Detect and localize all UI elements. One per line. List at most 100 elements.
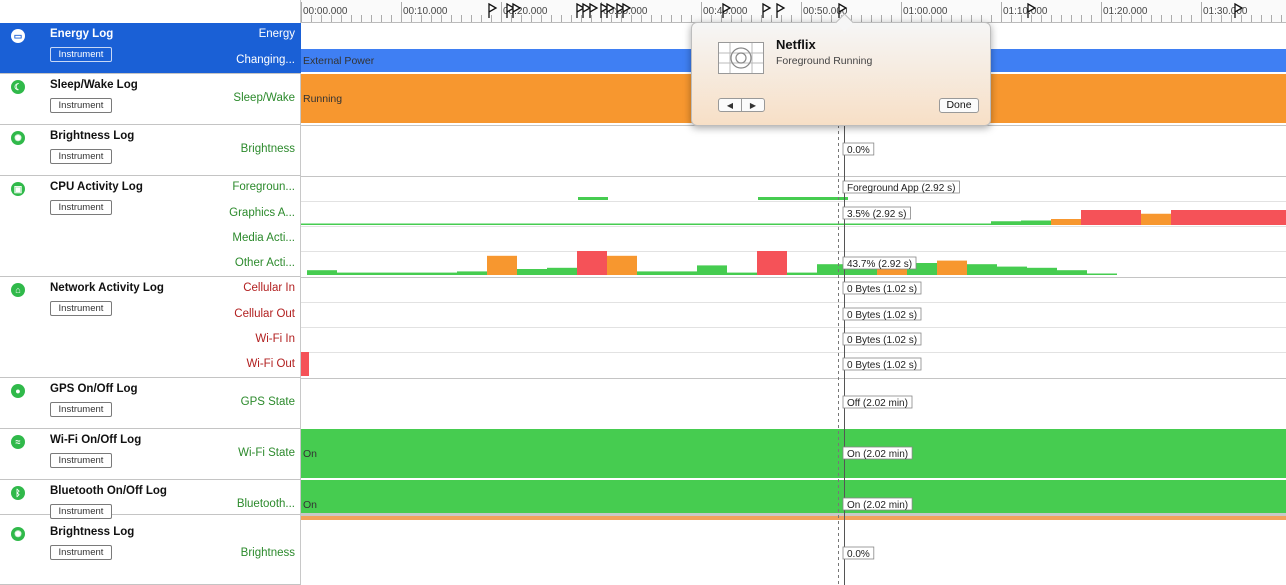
cpu-graphics-segment (1141, 213, 1171, 225)
cpu-other-segment (577, 251, 607, 275)
cpu-other-segment (397, 272, 427, 275)
instrument-badge[interactable]: Instrument (50, 301, 112, 316)
cpu-other-segment (817, 264, 847, 275)
instrument-row[interactable]: ▭ Energy Log Instrument Energy Changing... (0, 23, 301, 74)
cpu-graphics-segment (1111, 210, 1141, 225)
cpu-graphics-segment (451, 223, 481, 225)
cpu-other-segment (457, 271, 487, 275)
app-icon (718, 42, 764, 74)
instrument-row[interactable]: ● GPS On/Off Log Instrument GPS State (0, 378, 301, 429)
track-label: Energy (258, 28, 295, 40)
cpu-graphics-segment (601, 223, 631, 225)
track-label: Brightness (240, 547, 295, 559)
splitter[interactable] (301, 513, 1286, 516)
cpu-other-segment (487, 255, 517, 275)
instrument-badge[interactable]: Instrument (50, 545, 112, 560)
track-label: GPS State (240, 396, 295, 408)
cpu-graphics-segment (541, 223, 571, 225)
instrument-name: Wi-Fi On/Off Log (50, 434, 142, 446)
sun-icon: ✺ (11, 131, 25, 145)
cpu-other-segment (1027, 267, 1057, 275)
cpu-graphics-segment (631, 223, 661, 225)
sun-icon: ✺ (11, 527, 25, 541)
inspection-value: 3.5% (2.92 s) (847, 209, 906, 220)
instrument-row[interactable]: ☾ Sleep/Wake Log Instrument Sleep/Wake (0, 74, 301, 125)
instrument-badge[interactable]: Instrument (50, 453, 112, 468)
next-button[interactable]: ▶ (741, 98, 765, 112)
instrument-name: Sleep/Wake Log (50, 79, 138, 91)
cpu-graphics-segment (901, 223, 931, 225)
bluetooth-state-label: On (303, 499, 317, 511)
cpu-graphics-segment (1051, 219, 1081, 225)
track-label: Cellular Out (234, 308, 295, 320)
location-pin-icon: ● (11, 384, 25, 398)
cpu-other-segment (967, 264, 997, 275)
cpu-other-segment (697, 265, 727, 275)
inspection-value: On (2.02 min) (847, 449, 908, 460)
antenna-icon: ⌂ (11, 283, 25, 297)
instrument-list: ▭ Energy Log Instrument Energy Changing... ☾ S… (0, 0, 301, 585)
cpu-graphics-segment (391, 223, 421, 225)
cpu-graphics-segment (301, 223, 331, 225)
track-label: Foregroun... (232, 181, 295, 193)
bluetooth-icon: ᛒ (11, 486, 25, 500)
cpu-graphics-segment (331, 223, 361, 225)
instrument-name: Energy Log (50, 28, 114, 40)
triangle-left-icon: ◀ (726, 101, 734, 110)
wifi-icon: ≈ (11, 435, 25, 449)
instrument-row[interactable]: ✺ Brightness Log Instrument Brightness (0, 521, 301, 585)
instrument-badge[interactable]: Instrument (50, 149, 112, 164)
cpu-graphics-segment (361, 223, 391, 225)
instrument-row[interactable]: ᛒ Bluetooth On/Off Log Instrument Bluetooth… (0, 480, 301, 519)
instrument-name: Bluetooth On/Off Log (50, 485, 167, 497)
instrument-name: Brightness Log (50, 526, 135, 538)
track-label: Graphics A... (229, 207, 295, 219)
sleep-bar-label: Running (303, 93, 342, 105)
cpu-other-segment (997, 266, 1027, 275)
cpu-foreground-segment (578, 197, 608, 200)
instrument-badge[interactable]: Instrument (50, 47, 112, 62)
instrument-row[interactable]: ▣ CPU Activity Log Instrument Foregroun... G… (0, 176, 301, 277)
previous-button[interactable]: ◀ (718, 98, 742, 112)
ruler-tick-label: 01:00.000 (903, 6, 948, 17)
cpu-other-segment (307, 270, 337, 275)
done-button[interactable]: Done (939, 98, 979, 113)
instrument-row[interactable]: ≈ Wi-Fi On/Off Log Instrument Wi-Fi State (0, 429, 301, 480)
cpu-graphics-segment (661, 223, 691, 225)
ruler-tick-label: 00:10.000 (403, 6, 448, 17)
wifi-state-bar (301, 429, 1286, 478)
instrument-badge[interactable]: Instrument (50, 98, 112, 113)
cpu-graphics-segment (991, 221, 1021, 225)
track-label: Cellular In (243, 282, 295, 294)
track-label: Bluetooth... (236, 498, 295, 510)
instrument-row[interactable]: ⌂ Network Activity Log Instrument Cellular … (0, 277, 301, 378)
inspection-value: On (2.02 min) (847, 500, 908, 511)
track-label: Brightness (240, 143, 295, 155)
cpu-other-segment (637, 271, 667, 275)
cpu-icon: ▣ (11, 182, 25, 196)
wifi-state-label: On (303, 448, 317, 460)
instrument-badge[interactable]: Instrument (50, 402, 112, 417)
cpu-graphics-segment (1081, 210, 1111, 225)
cpu-graphics-segment (1201, 210, 1231, 225)
cpu-other-segment (787, 272, 817, 275)
inspection-value: 0.0% (847, 549, 870, 560)
inspection-value: 0 Bytes (1.02 s) (847, 284, 917, 295)
cpu-other-segment (367, 272, 397, 275)
instrument-name: Brightness Log (50, 130, 135, 142)
track-label: Wi-Fi State (238, 447, 295, 459)
instrument-name: GPS On/Off Log (50, 383, 138, 395)
cpu-graphics-segment (571, 223, 601, 225)
instrument-badge[interactable]: Instrument (50, 200, 112, 215)
cpu-graphics-segment (1261, 210, 1286, 225)
cpu-other-segment (1087, 273, 1117, 275)
inspection-value: 43.7% (2.92 s) (847, 259, 912, 270)
instrument-row[interactable]: ✺ Brightness Log Instrument Brightness (0, 125, 301, 176)
instrument-badge[interactable]: Instrument (50, 504, 112, 519)
bluetooth-state-bar (301, 480, 1286, 513)
cpu-other-segment (1057, 270, 1087, 275)
battery-icon: ▭ (11, 29, 25, 43)
cpu-other-segment (937, 260, 967, 275)
cpu-graphics-segment (421, 223, 451, 225)
event-popover: Netflix Foreground Running ◀ ▶ Done (691, 13, 991, 126)
